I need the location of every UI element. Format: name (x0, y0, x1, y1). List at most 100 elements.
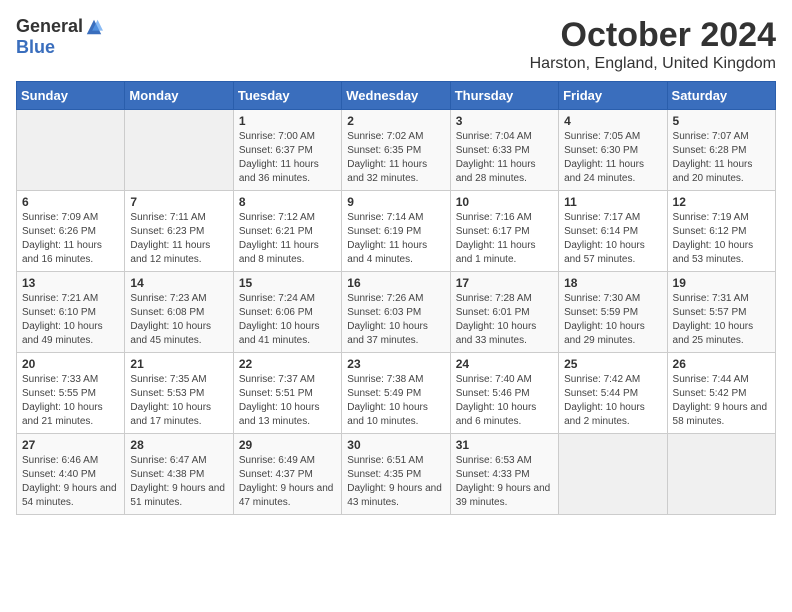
day-info: Sunrise: 6:46 AMSunset: 4:40 PMDaylight:… (22, 454, 119, 510)
day-info: Sunrise: 7:38 AMSunset: 5:49 PMDaylight:… (347, 373, 444, 429)
calendar-header-row: SundayMondayTuesdayWednesdayThursdayFrid… (17, 82, 776, 110)
logo-icon (85, 18, 103, 36)
calendar-cell: 4 Sunrise: 7:05 AMSunset: 6:30 PMDaylight… (559, 110, 667, 191)
location-title: Harston, England, United Kingdom (530, 55, 776, 73)
day-info: Sunrise: 7:12 AMSunset: 6:21 PMDaylight:… (239, 211, 336, 267)
day-info: Sunrise: 7:21 AMSunset: 6:10 PMDaylight:… (22, 292, 119, 348)
day-header-monday: Monday (125, 82, 233, 110)
day-info: Sunrise: 6:49 AMSunset: 4:37 PMDaylight:… (239, 454, 336, 510)
day-number: 25 (564, 357, 661, 371)
calendar-cell: 30 Sunrise: 6:51 AMSunset: 4:35 PMDayligh… (342, 434, 450, 515)
day-info: Sunrise: 7:44 AMSunset: 5:42 PMDaylight:… (673, 373, 770, 429)
day-number: 26 (673, 357, 770, 371)
logo-general-text: General (16, 16, 83, 37)
calendar-cell: 12 Sunrise: 7:19 AMSunset: 6:12 PMDayligh… (667, 191, 775, 272)
calendar-cell: 6 Sunrise: 7:09 AMSunset: 6:26 PMDaylight… (17, 191, 125, 272)
day-number: 22 (239, 357, 336, 371)
calendar-cell: 20 Sunrise: 7:33 AMSunset: 5:55 PMDayligh… (17, 353, 125, 434)
day-number: 13 (22, 276, 119, 290)
day-number: 30 (347, 438, 444, 452)
calendar-week-row: 13 Sunrise: 7:21 AMSunset: 6:10 PMDayligh… (17, 272, 776, 353)
day-number: 8 (239, 195, 336, 209)
day-number: 20 (22, 357, 119, 371)
day-number: 14 (130, 276, 227, 290)
day-info: Sunrise: 7:37 AMSunset: 5:51 PMDaylight:… (239, 373, 336, 429)
calendar-week-row: 27 Sunrise: 6:46 AMSunset: 4:40 PMDayligh… (17, 434, 776, 515)
day-number: 29 (239, 438, 336, 452)
calendar-cell: 16Sunrise: 7:26 AMSunset: 6:03 PMDayligh… (342, 272, 450, 353)
calendar-cell: 2Sunrise: 7:02 AMSunset: 6:35 PMDaylight… (342, 110, 450, 191)
calendar-week-row: 20 Sunrise: 7:33 AMSunset: 5:55 PMDayligh… (17, 353, 776, 434)
calendar-cell: 25 Sunrise: 7:42 AMSunset: 5:44 PMDayligh… (559, 353, 667, 434)
day-info: Sunrise: 7:28 AMSunset: 6:01 PMDaylight:… (456, 292, 553, 348)
calendar-cell: 21Sunrise: 7:35 AMSunset: 5:53 PMDayligh… (125, 353, 233, 434)
day-info: Sunrise: 7:24 AMSunset: 6:06 PMDaylight:… (239, 292, 336, 348)
day-number: 9 (347, 195, 444, 209)
calendar-cell: 17Sunrise: 7:28 AMSunset: 6:01 PMDayligh… (450, 272, 558, 353)
calendar-cell: 13 Sunrise: 7:21 AMSunset: 6:10 PMDayligh… (17, 272, 125, 353)
day-number: 18 (564, 276, 661, 290)
calendar-cell: 28Sunrise: 6:47 AMSunset: 4:38 PMDayligh… (125, 434, 233, 515)
page-header: General Blue October 2024 Harston, Engla… (16, 16, 776, 73)
calendar-cell: 19 Sunrise: 7:31 AMSunset: 5:57 PMDayligh… (667, 272, 775, 353)
day-number: 4 (564, 114, 661, 128)
day-info: Sunrise: 7:40 AMSunset: 5:46 PMDaylight:… (456, 373, 553, 429)
day-info: Sunrise: 6:53 AMSunset: 4:33 PMDaylight:… (456, 454, 553, 510)
day-number: 3 (456, 114, 553, 128)
day-info: Sunrise: 7:17 AMSunset: 6:14 PMDaylight:… (564, 211, 661, 267)
day-number: 16 (347, 276, 444, 290)
calendar-cell: 11 Sunrise: 7:17 AMSunset: 6:14 PMDayligh… (559, 191, 667, 272)
day-number: 27 (22, 438, 119, 452)
day-number: 7 (130, 195, 227, 209)
day-info: Sunrise: 7:19 AMSunset: 6:12 PMDaylight:… (673, 211, 770, 267)
day-info: Sunrise: 7:42 AMSunset: 5:44 PMDaylight:… (564, 373, 661, 429)
calendar-cell: 15 Sunrise: 7:24 AMSunset: 6:06 PMDayligh… (233, 272, 341, 353)
calendar-cell: 7Sunrise: 7:11 AMSunset: 6:23 PMDaylight… (125, 191, 233, 272)
calendar-cell: 10Sunrise: 7:16 AMSunset: 6:17 PMDayligh… (450, 191, 558, 272)
calendar-cell: 27 Sunrise: 6:46 AMSunset: 4:40 PMDayligh… (17, 434, 125, 515)
month-title: October 2024 (530, 16, 776, 55)
calendar-cell: 24 Sunrise: 7:40 AMSunset: 5:46 PMDayligh… (450, 353, 558, 434)
calendar-cell: 26 Sunrise: 7:44 AMSunset: 5:42 PMDayligh… (667, 353, 775, 434)
day-info: Sunrise: 7:09 AMSunset: 6:26 PMDaylight:… (22, 211, 119, 267)
day-number: 1 (239, 114, 336, 128)
day-number: 19 (673, 276, 770, 290)
calendar-cell (667, 434, 775, 515)
title-area: October 2024 Harston, England, United Ki… (530, 16, 776, 73)
day-header-friday: Friday (559, 82, 667, 110)
day-info: Sunrise: 7:30 AMSunset: 5:59 PMDaylight:… (564, 292, 661, 348)
calendar-cell: 18 Sunrise: 7:30 AMSunset: 5:59 PMDayligh… (559, 272, 667, 353)
day-info: Sunrise: 7:05 AMSunset: 6:30 PMDaylight:… (564, 130, 661, 186)
logo: General Blue (16, 16, 103, 58)
day-number: 11 (564, 195, 661, 209)
day-number: 12 (673, 195, 770, 209)
calendar-cell: 9 Sunrise: 7:14 AMSunset: 6:19 PMDaylight… (342, 191, 450, 272)
day-number: 15 (239, 276, 336, 290)
calendar-table: SundayMondayTuesdayWednesdayThursdayFrid… (16, 81, 776, 515)
calendar-cell: 1 Sunrise: 7:00 AMSunset: 6:37 PMDaylight… (233, 110, 341, 191)
calendar-cell (559, 434, 667, 515)
day-info: Sunrise: 7:14 AMSunset: 6:19 PMDaylight:… (347, 211, 444, 267)
day-info: Sunrise: 6:51 AMSunset: 4:35 PMDaylight:… (347, 454, 444, 510)
day-info: Sunrise: 7:00 AMSunset: 6:37 PMDaylight:… (239, 130, 336, 186)
day-number: 28 (130, 438, 227, 452)
day-info: Sunrise: 7:33 AMSunset: 5:55 PMDaylight:… (22, 373, 119, 429)
calendar-cell (125, 110, 233, 191)
day-header-sunday: Sunday (17, 82, 125, 110)
day-info: Sunrise: 7:35 AMSunset: 5:53 PMDaylight:… (130, 373, 227, 429)
day-info: Sunrise: 7:16 AMSunset: 6:17 PMDaylight:… (456, 211, 553, 267)
day-number: 23 (347, 357, 444, 371)
calendar-week-row: 1 Sunrise: 7:00 AMSunset: 6:37 PMDaylight… (17, 110, 776, 191)
calendar-cell: 23 Sunrise: 7:38 AMSunset: 5:49 PMDayligh… (342, 353, 450, 434)
day-number: 6 (22, 195, 119, 209)
day-header-tuesday: Tuesday (233, 82, 341, 110)
day-info: Sunrise: 7:31 AMSunset: 5:57 PMDaylight:… (673, 292, 770, 348)
calendar-cell: 3Sunrise: 7:04 AMSunset: 6:33 PMDaylight… (450, 110, 558, 191)
calendar-cell (17, 110, 125, 191)
day-number: 5 (673, 114, 770, 128)
calendar-cell: 8 Sunrise: 7:12 AMSunset: 6:21 PMDaylight… (233, 191, 341, 272)
day-header-saturday: Saturday (667, 82, 775, 110)
calendar-week-row: 6 Sunrise: 7:09 AMSunset: 6:26 PMDaylight… (17, 191, 776, 272)
day-number: 2 (347, 114, 444, 128)
day-number: 24 (456, 357, 553, 371)
